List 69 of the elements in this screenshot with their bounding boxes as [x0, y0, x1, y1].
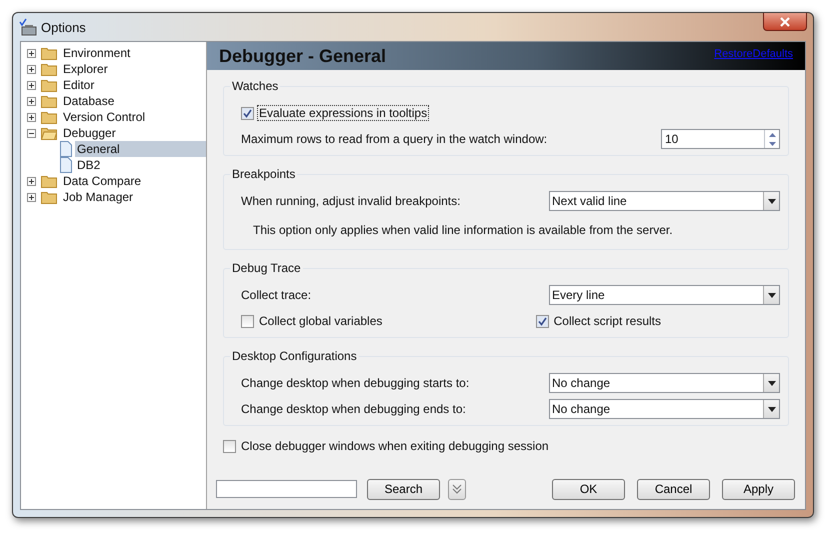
group-title: Debug Trace — [230, 261, 303, 275]
field-label: Change desktop when debugging ends to: — [241, 402, 466, 416]
checkbox[interactable] — [536, 314, 549, 328]
folder-icon — [41, 110, 57, 124]
checkbox[interactable] — [241, 106, 254, 120]
group-title: Breakpoints — [230, 167, 298, 181]
double-chevron-icon — [452, 483, 462, 495]
number-spinner[interactable]: 10 — [661, 129, 780, 149]
info-note: This option only applies when valid line information is available from the server. — [253, 223, 673, 237]
up-arrow-icon[interactable] — [768, 132, 776, 136]
checkbox-label: Evaluate expressions in tooltips — [257, 105, 430, 121]
window-title: Options — [41, 20, 86, 34]
checkbox-label: Collect global variables — [258, 313, 384, 329]
tree-item[interactable]: Data Compare — [61, 173, 144, 189]
search-button[interactable]: Search — [367, 478, 440, 500]
tree-item[interactable]: Explorer — [61, 61, 110, 77]
folder-icon — [41, 46, 57, 60]
field-label: Maximum rows to read from a query in the watch window: — [241, 132, 548, 146]
expander-icon[interactable] — [27, 192, 36, 202]
dropdown[interactable]: No change — [549, 373, 780, 393]
tree-item[interactable]: General — [75, 141, 206, 157]
group-title: Watches — [230, 79, 280, 93]
dialog-button[interactable]: Apply — [722, 478, 795, 500]
checkbox[interactable] — [241, 314, 254, 328]
folder-icon — [41, 174, 57, 188]
checkbox[interactable] — [223, 440, 236, 452]
expander-icon[interactable] — [27, 80, 36, 90]
dialog-button[interactable]: Cancel — [637, 478, 710, 500]
expander-icon[interactable] — [27, 96, 36, 106]
expander-icon[interactable] — [27, 48, 36, 58]
tree-item[interactable]: Database — [61, 93, 116, 109]
checkbox-label: Close debugger windows when exiting debugging session — [240, 438, 550, 454]
folder-icon — [41, 78, 57, 92]
expander-icon[interactable] — [27, 128, 36, 138]
dropdown[interactable]: Every line — [549, 285, 780, 305]
tree-item[interactable]: Job Manager — [61, 189, 136, 205]
field-label: Collect trace: — [241, 288, 312, 302]
dropdown[interactable]: Next valid line — [549, 191, 780, 211]
tree-item[interactable]: Editor — [61, 77, 96, 93]
dropdown-arrow-icon — [768, 292, 776, 298]
tree-item[interactable]: Debugger — [61, 125, 118, 141]
page-title: Debugger - General — [219, 46, 386, 66]
dropdown[interactable]: No change — [549, 399, 780, 419]
tree-item[interactable]: DB2 — [75, 157, 102, 173]
expander-icon[interactable] — [27, 176, 36, 186]
tree-item[interactable]: Environment — [61, 45, 132, 61]
page-icon — [60, 157, 72, 173]
dialog-button[interactable]: OK — [552, 478, 625, 500]
close-icon — [779, 16, 791, 26]
search-field[interactable] — [216, 480, 357, 498]
folder-icon — [41, 190, 57, 204]
tree-item[interactable]: Version Control — [61, 109, 148, 125]
field-label: Change desktop when debugging starts to: — [241, 376, 470, 390]
open-folder-icon — [41, 126, 57, 140]
page-icon — [60, 141, 72, 157]
folder-icon — [41, 94, 57, 108]
close-button[interactable] — [763, 13, 807, 31]
dropdown-arrow-icon — [768, 406, 776, 412]
field-label: When running, adjust invalid breakpoints: — [241, 194, 460, 208]
folder-icon — [41, 62, 57, 76]
group-title: Desktop Configurations — [230, 349, 359, 363]
dropdown-arrow-icon — [768, 198, 776, 204]
expander-icon[interactable] — [27, 64, 36, 74]
down-arrow-icon[interactable] — [768, 142, 776, 146]
expander-icon[interactable] — [27, 112, 36, 122]
checkbox-label: Collect script results — [552, 313, 662, 329]
toolbox-icon — [19, 18, 37, 36]
expand-button[interactable] — [448, 478, 466, 500]
dropdown-arrow-icon — [768, 380, 776, 386]
